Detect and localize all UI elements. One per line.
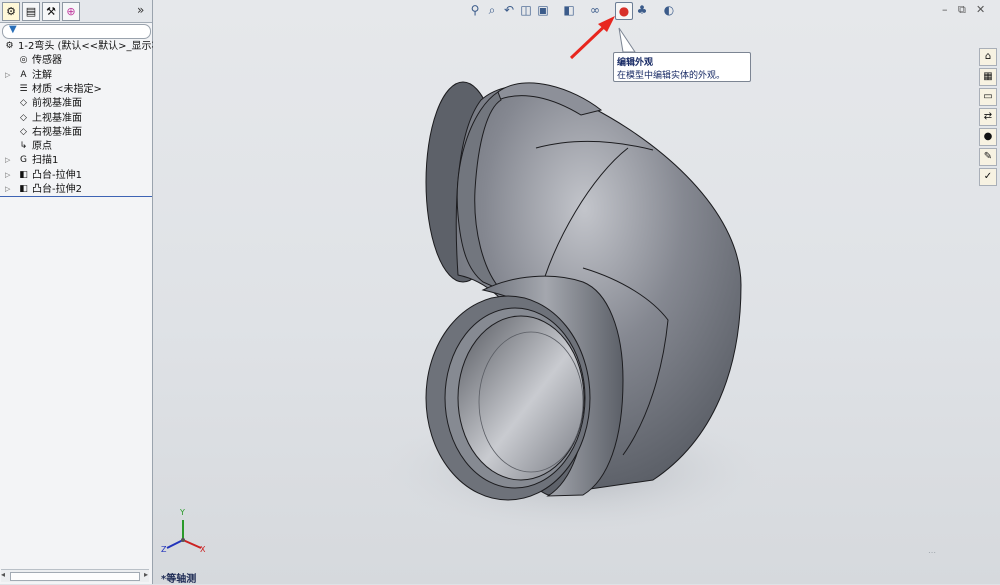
- graphics-area[interactable]: ⚲ ⌕ ↶ ◫ ▣ ◧ ∞ ● ♣ ◐ 编辑外观 在模型中编辑实体的外观。 – …: [153, 0, 1000, 585]
- window-controls: – ⧉ ✕: [942, 3, 992, 17]
- tree-item-label: 原点: [32, 141, 52, 153]
- property-icon: ▤: [25, 5, 37, 18]
- scrollbar-thumb[interactable]: [10, 572, 140, 581]
- edit-appearance-button[interactable]: ●: [615, 2, 633, 20]
- feature-manager-panel: ⚙ ▤ ⚒ ⊕ » ▼ ◂ ▸ ⚙ 1-2弯头 (默认<<默认>_显示状 ◎ 传感器 ▷…: [0, 0, 162, 584]
- tree-item-label: 右视基准面: [32, 126, 82, 138]
- tree-item-label: 扫描1: [32, 155, 59, 167]
- appearances-icon[interactable]: ●: [979, 128, 997, 146]
- sensor-icon: ◎: [19, 55, 28, 66]
- tree-item[interactable]: ⚙ 1-2弯头 (默认<<默认>_显示状: [0, 40, 161, 54]
- color-wheel-icon: ●: [618, 4, 630, 18]
- more-tabs-chevron-icon[interactable]: »: [137, 3, 144, 17]
- extrude-icon: ◧: [19, 184, 28, 194]
- tree-item[interactable]: ▷ A 注解: [0, 69, 152, 83]
- tree-filter-input[interactable]: ▼: [2, 24, 151, 39]
- scroll-right-icon[interactable]: ▸: [144, 570, 148, 579]
- apply-scene-icon[interactable]: ♣: [634, 2, 650, 18]
- tree-item[interactable]: ☰ 材质 <未指定>: [0, 83, 152, 97]
- solidworks-resources-icon[interactable]: ✓: [979, 168, 997, 186]
- view-palette-icon[interactable]: ⇄: [979, 108, 997, 126]
- tree-item[interactable]: ▷ ◧ 凸台-拉伸2: [0, 183, 152, 197]
- expand-chevron-icon[interactable]: ▷: [5, 71, 11, 79]
- task-pane-tabs: ⌂ ▦ ▭ ⇄ ● ✎ ✓: [979, 48, 997, 188]
- elbow-pipe-model[interactable]: [153, 0, 1000, 584]
- annotation-icon: A: [20, 69, 27, 80]
- close-button[interactable]: ✕: [976, 3, 985, 16]
- tree-item[interactable]: ▷ G 扫描1: [0, 154, 152, 168]
- sweep-icon: G: [20, 155, 27, 166]
- restore-button[interactable]: ⧉: [958, 3, 966, 17]
- crosshair-icon: ⊕: [66, 5, 76, 18]
- minimize-button[interactable]: –: [942, 3, 948, 16]
- view-orientation-label: *等轴测: [161, 574, 197, 585]
- tree-item[interactable]: ◇ 上视基准面: [0, 112, 152, 126]
- expand-chevron-icon[interactable]: ▷: [5, 171, 11, 179]
- configuration-manager-tab[interactable]: ⚒: [42, 2, 60, 21]
- configuration-icon: ⚒: [46, 5, 56, 18]
- zoom-to-fit-icon[interactable]: ⚲: [467, 2, 483, 18]
- part-icon: ⚙: [5, 41, 14, 51]
- material-icon: ☰: [19, 83, 28, 94]
- triad-z-label: Z: [161, 545, 167, 554]
- tree-item[interactable]: ◎ 传感器: [0, 54, 152, 68]
- feature-manager-tab[interactable]: ⚙: [2, 2, 20, 21]
- tree-item[interactable]: ◇ 前视基准面: [0, 97, 152, 111]
- tree-item[interactable]: ↳ 原点: [0, 140, 152, 154]
- tooltip-title: 编辑外观: [617, 58, 654, 68]
- tree-item-label: 上视基准面: [32, 112, 82, 124]
- tree-item-label: 注解: [32, 69, 52, 81]
- horizontal-scrollbar[interactable]: ◂ ▸: [1, 569, 149, 582]
- tree-item-label: 1-2弯头 (默认<<默认>_显示状: [18, 41, 162, 52]
- previous-view-icon[interactable]: ↶: [501, 2, 517, 18]
- panel-tabs: ⚙ ▤ ⚒ ⊕ »: [0, 0, 152, 23]
- custom-properties-icon[interactable]: ✎: [979, 148, 997, 166]
- filter-icon: ▼: [9, 24, 17, 35]
- triad-x-label: X: [200, 545, 206, 554]
- view-orientation-icon[interactable]: ▣: [535, 2, 551, 18]
- extrude-icon: ◧: [19, 169, 28, 180]
- plane-icon: ◇: [20, 98, 27, 109]
- tree-item[interactable]: ◇ 右视基准面: [0, 126, 152, 140]
- tooltip-description: 在模型中编辑实体的外观。: [617, 71, 726, 81]
- plane-icon: ◇: [20, 112, 27, 123]
- expand-chevron-icon[interactable]: ▷: [5, 185, 11, 193]
- property-manager-tab[interactable]: ▤: [22, 2, 40, 21]
- tree-item[interactable]: ▷ ◧ 凸台-拉伸1: [0, 169, 152, 183]
- heads-up-view-toolbar: ⚲ ⌕ ↶ ◫ ▣ ◧ ∞ ● ♣ ◐: [467, 2, 687, 20]
- triad-y-label: Y: [180, 508, 185, 517]
- origin-icon: ↳: [19, 141, 28, 152]
- tree-item-label: 凸台-拉伸2: [32, 184, 82, 195]
- view-settings-icon[interactable]: ◐: [661, 2, 677, 18]
- resize-grip: ⋯: [928, 548, 937, 557]
- plane-icon: ◇: [20, 126, 27, 137]
- home-icon[interactable]: ⌂: [979, 48, 997, 66]
- scroll-left-icon[interactable]: ◂: [1, 570, 5, 579]
- expand-chevron-icon[interactable]: ▷: [5, 156, 11, 164]
- design-library-icon[interactable]: ▦: [979, 68, 997, 86]
- display-style-icon[interactable]: ◧: [561, 2, 577, 18]
- feature-tree-icon: ⚙: [6, 5, 16, 18]
- tree-item-label: 材质 <未指定>: [32, 83, 102, 95]
- hide-show-items-icon[interactable]: ∞: [587, 2, 603, 18]
- section-view-icon[interactable]: ◫: [518, 2, 534, 18]
- tree-item-label: 凸台-拉伸1: [32, 169, 82, 181]
- dimxpert-manager-tab[interactable]: ⊕: [62, 2, 80, 21]
- tree-item-label: 前视基准面: [32, 98, 82, 110]
- appearance-tooltip: 编辑外观 在模型中编辑实体的外观。: [613, 52, 751, 82]
- tree-item-label: 传感器: [32, 55, 62, 67]
- file-explorer-icon[interactable]: ▭: [979, 88, 997, 106]
- zoom-to-area-icon[interactable]: ⌕: [484, 2, 500, 18]
